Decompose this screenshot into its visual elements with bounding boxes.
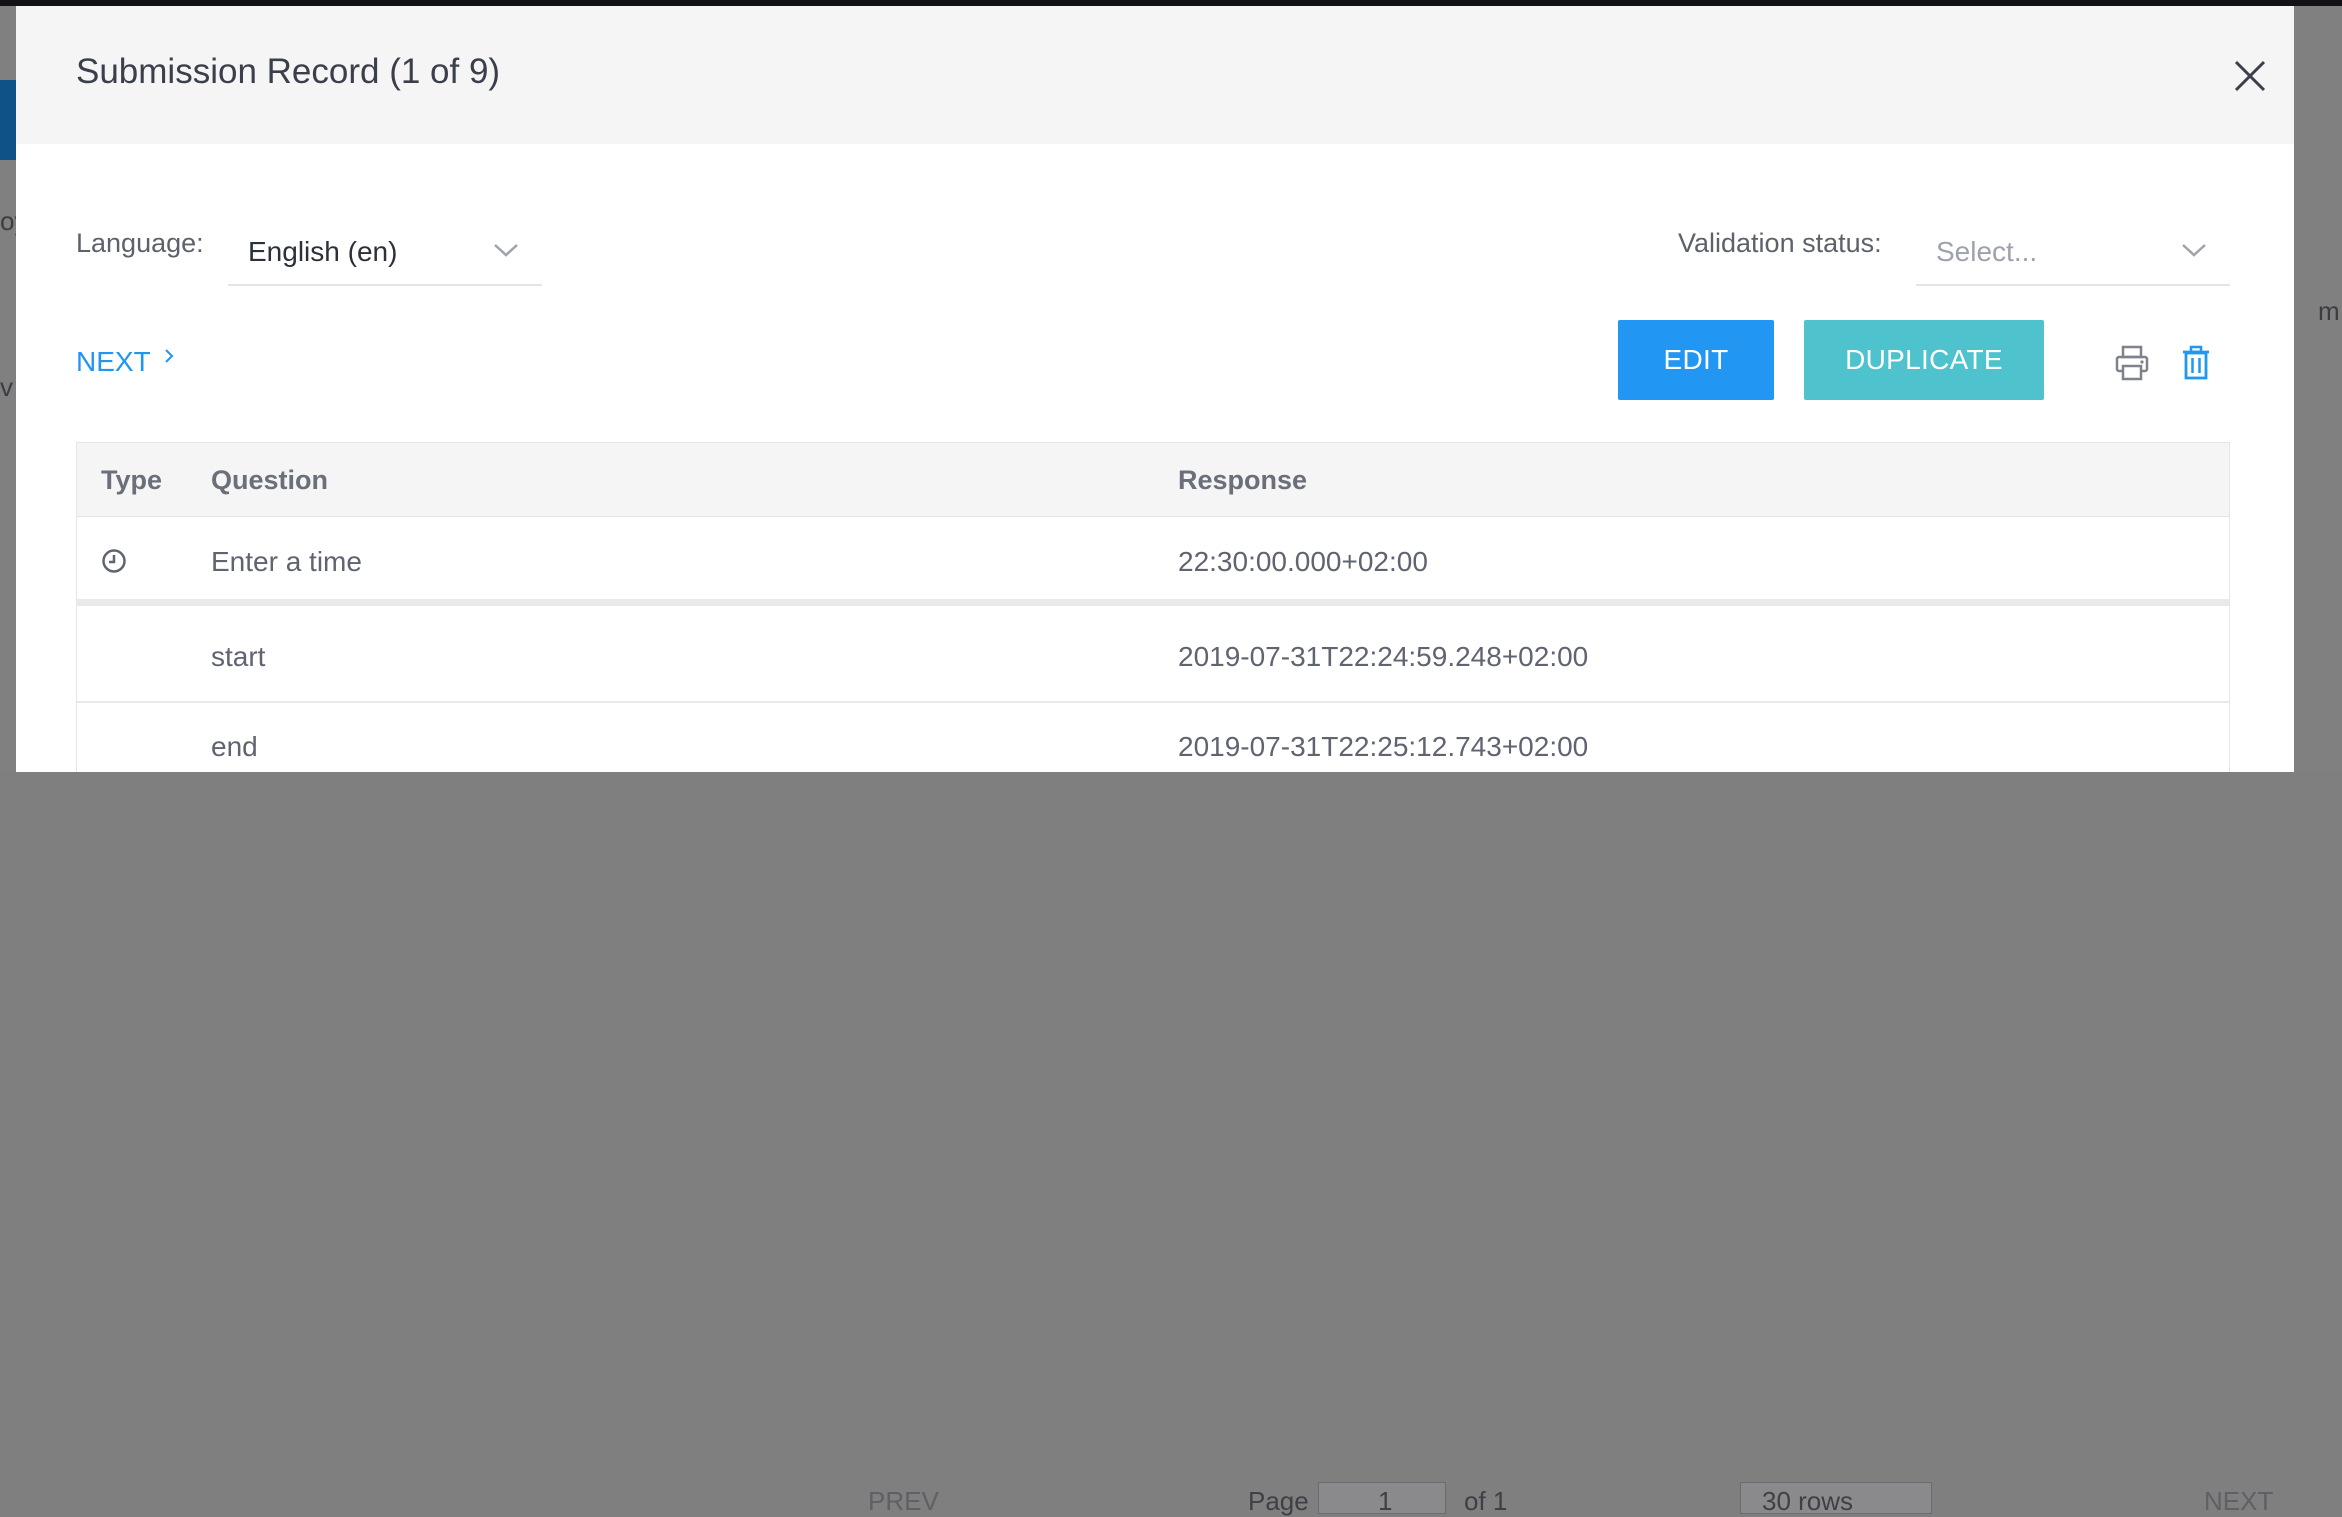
pager-rows-value: 30 rows [1762, 1486, 1854, 1516]
background-text-fragment: v [0, 372, 13, 402]
modal-title: Submission Record (1 of 9) [76, 52, 501, 91]
clock-icon [102, 549, 126, 573]
close-icon [2234, 60, 2266, 92]
question-cell: Enter a time [211, 546, 362, 577]
next-record-link[interactable]: NEXT [76, 346, 176, 378]
column-header-question: Question [211, 465, 329, 495]
column-header-type: Type [101, 465, 163, 495]
column-header-response: Response [1178, 465, 1308, 495]
pager-page-label: Page [1248, 1486, 1309, 1516]
next-record-label: NEXT [76, 346, 151, 377]
response-cell: 22:30:00.000+02:00 [1178, 546, 1428, 577]
response-cell: 2019-07-31T22:25:12.743+02:00 [1178, 731, 1589, 762]
edit-button-label: EDIT [1663, 344, 1729, 375]
background-text-fragment: m [2318, 296, 2340, 326]
duplicate-button-label: DUPLICATE [1845, 344, 2003, 375]
pager-prev-button[interactable]: PREV [868, 1486, 939, 1517]
question-cell: start [211, 641, 266, 672]
chevron-down-icon [494, 244, 518, 257]
pager-of-label: of 1 [1464, 1486, 1508, 1516]
delete-button[interactable] [2180, 344, 2216, 382]
validation-status-select[interactable]: Select... [1916, 220, 2230, 286]
table-row: end 2019-07-31T22:25:12.743+02:00 [77, 705, 2229, 772]
language-select-value: English (en) [248, 236, 398, 267]
pager-next-button[interactable]: NEXT [2204, 1486, 2273, 1517]
response-cell: 2019-07-31T22:24:59.248+02:00 [1178, 641, 1589, 672]
language-select[interactable]: English (en) [228, 220, 542, 286]
duplicate-button[interactable]: DUPLICATE [1804, 320, 2044, 400]
validation-status-placeholder: Select... [1936, 236, 2038, 267]
close-button[interactable] [2230, 56, 2270, 96]
chevron-right-icon [165, 349, 174, 363]
edit-button[interactable]: EDIT [1618, 320, 1774, 400]
submission-table: Type Question Response Enter a time 22:3… [76, 442, 2230, 772]
submission-modal: Submission Record (1 of 9) Language: Eng… [16, 6, 2294, 772]
table-row: start 2019-07-31T22:24:59.248+02:00 [77, 613, 2229, 703]
table-row: Enter a time 22:30:00.000+02:00 [77, 518, 2229, 606]
print-button[interactable] [2114, 344, 2150, 382]
validation-status-label: Validation status: [1678, 228, 1882, 258]
table-header: Type Question Response [77, 443, 2229, 517]
chevron-down-icon [2182, 244, 2206, 257]
language-label: Language: [76, 228, 204, 258]
pager-page-value: 1 [1378, 1486, 1393, 1516]
question-cell: end [211, 731, 258, 762]
printer-icon [2115, 345, 2149, 381]
trash-icon [2183, 345, 2209, 380]
modal-header: Submission Record (1 of 9) [16, 6, 2294, 144]
